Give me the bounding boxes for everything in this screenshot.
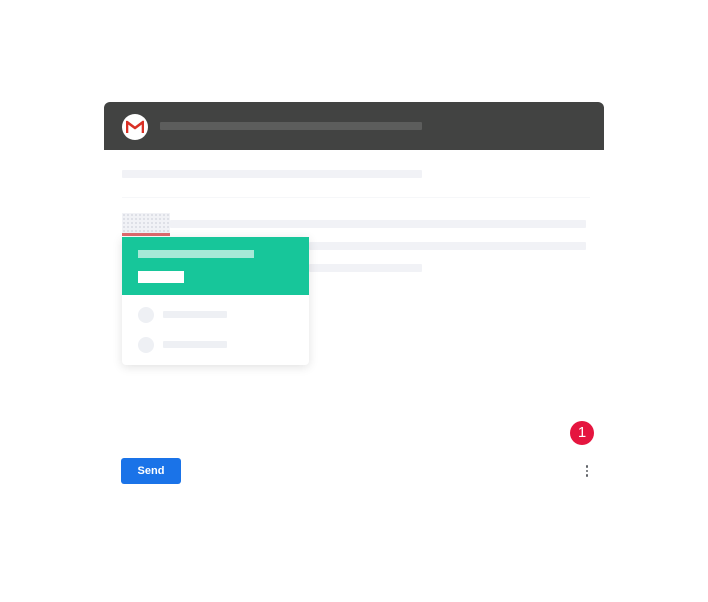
window-header (104, 102, 604, 150)
highlighted-tag[interactable] (122, 213, 170, 233)
option-avatar-icon (138, 337, 154, 353)
body-line-2 (309, 242, 586, 250)
option-label-placeholder (163, 311, 227, 318)
gmail-logo-icon (122, 114, 148, 140)
field-divider (122, 197, 590, 198)
notification-badge: 1 (570, 421, 594, 445)
header-title-placeholder (160, 122, 422, 130)
body-line-3 (309, 264, 422, 272)
card-header[interactable] (122, 237, 309, 295)
more-vert-icon[interactable] (580, 462, 594, 480)
option-avatar-icon (138, 307, 154, 323)
option-label-placeholder (163, 341, 227, 348)
tag-underline (122, 233, 170, 236)
suggestion-card (122, 237, 309, 365)
subject-placeholder[interactable] (122, 170, 422, 178)
send-button[interactable]: Send (121, 458, 181, 484)
body-line-1 (170, 220, 586, 228)
card-subtitle-placeholder (138, 271, 184, 283)
card-title-placeholder (138, 250, 254, 258)
